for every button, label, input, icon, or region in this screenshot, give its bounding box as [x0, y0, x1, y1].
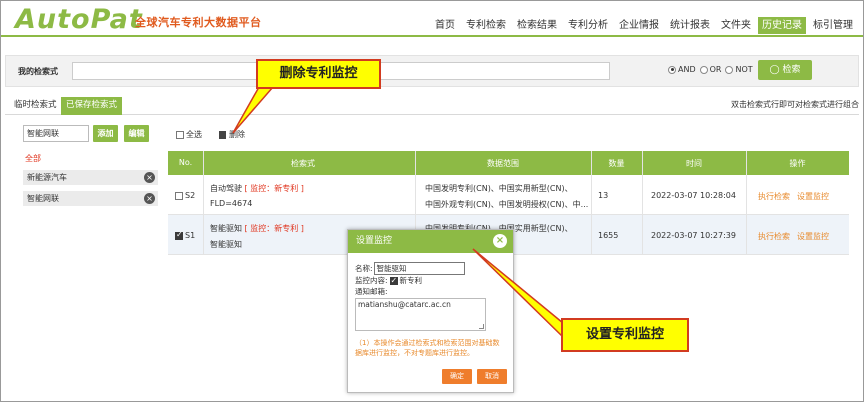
arrow-shape — [232, 86, 275, 134]
callout-delete-monitor: 删除专利监控 — [256, 59, 381, 89]
arrow-shape — [472, 248, 564, 339]
callout-arrows — [232, 86, 564, 339]
callout-set-monitor: 设置专利监控 — [561, 318, 689, 352]
app-window: AutoPat 全球汽车专利大数据平台 首页 专利检索 检索结果 专利分析 企业… — [0, 0, 864, 402]
